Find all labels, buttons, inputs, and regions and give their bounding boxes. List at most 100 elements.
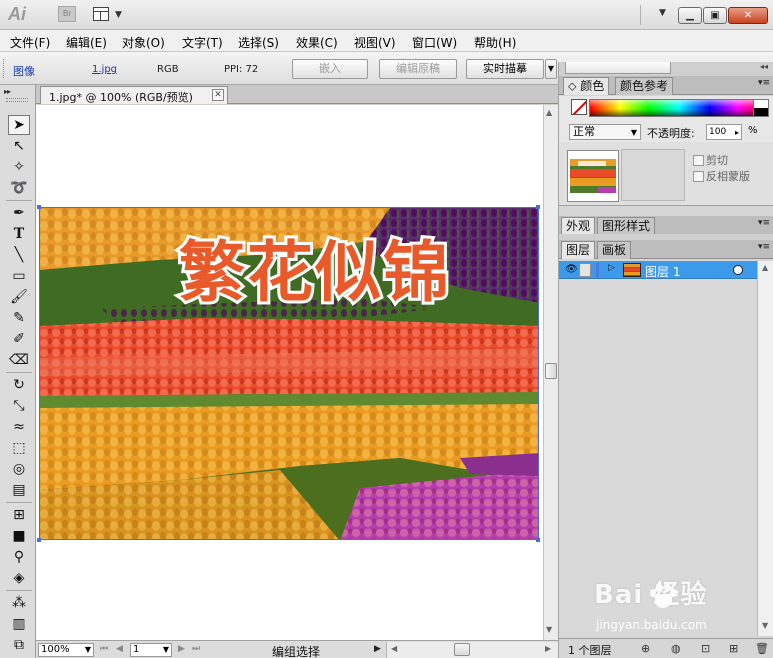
symbol-sprayer-tool-icon[interactable]: ⁂: [8, 593, 30, 613]
gradient-tool-icon[interactable]: ■: [8, 526, 30, 546]
tools-panel-grip[interactable]: [6, 98, 28, 102]
collapse-panel-icon[interactable]: ◂◂: [760, 62, 768, 71]
artboard-tool-icon[interactable]: ⧉: [8, 635, 30, 655]
none-swatch-icon[interactable]: [571, 99, 587, 115]
color-spectrum[interactable]: [589, 99, 769, 117]
magic-wand-tool-icon[interactable]: ✧: [8, 157, 30, 177]
menu-select[interactable]: 选择(S): [238, 34, 279, 51]
last-artboard-icon[interactable]: ⏭: [192, 644, 200, 654]
eyedropper-tool-icon[interactable]: ⚲: [8, 547, 30, 567]
black-white-swatch[interactable]: [753, 99, 769, 117]
visibility-eye-icon[interactable]: 👁: [565, 263, 578, 277]
mesh-tool-icon[interactable]: ⊞: [8, 505, 30, 525]
make-clipping-mask-icon[interactable]: ◍: [671, 642, 681, 655]
file-name-link[interactable]: 1.jpg: [92, 64, 117, 75]
tab-artboards[interactable]: 画板: [597, 241, 632, 259]
scroll-down-arrow-icon[interactable]: ▼: [762, 621, 768, 630]
free-transform-tool-icon[interactable]: ⬚: [8, 438, 30, 458]
tab-color-guide[interactable]: 颜色参考: [615, 77, 674, 95]
menu-window[interactable]: 窗口(W): [412, 34, 457, 51]
layer-name[interactable]: 图层 1: [645, 263, 680, 280]
scroll-up-arrow-icon[interactable]: ▲: [762, 263, 768, 272]
status-text[interactable]: 编组选择: [272, 643, 320, 658]
lasso-tool-icon[interactable]: ➰: [8, 178, 30, 198]
panel-menu-icon[interactable]: ▾≡: [758, 78, 770, 88]
menu-edit[interactable]: 编辑(E): [66, 34, 107, 51]
live-trace-options-dropdown[interactable]: ▼: [545, 59, 557, 79]
scale-tool-icon[interactable]: ⤡: [8, 396, 30, 416]
menu-help[interactable]: 帮助(H): [474, 34, 516, 51]
tab-color[interactable]: ⬦ 颜色: [563, 77, 610, 95]
menu-file[interactable]: 文件(F): [10, 34, 50, 51]
close-document-icon[interactable]: ✕: [212, 89, 224, 101]
warp-tool-icon[interactable]: ≈: [8, 417, 30, 437]
paintbrush-tool-icon[interactable]: 🖌: [8, 287, 30, 307]
trash-icon[interactable]: 🗑: [755, 642, 769, 655]
scroll-up-arrow-icon[interactable]: ▲: [546, 108, 552, 117]
expand-layer-icon[interactable]: ▷: [608, 263, 615, 273]
zoom-level-dropdown[interactable]: 100% ▼: [38, 643, 94, 657]
scroll-down-arrow-icon[interactable]: ▼: [546, 625, 552, 634]
document-tab[interactable]: 1.jpg* @ 100% (RGB/预览) ✕: [40, 86, 228, 104]
graph-tool-icon[interactable]: ▤: [8, 480, 30, 500]
first-artboard-icon[interactable]: ⏮: [100, 644, 108, 654]
edit-original-button[interactable]: 编辑原稿: [379, 59, 457, 79]
minimize-button[interactable]: ▁: [678, 7, 702, 24]
previous-artboard-icon[interactable]: ◀: [116, 644, 123, 654]
lock-toggle[interactable]: [579, 263, 591, 277]
clip-checkbox[interactable]: 剪切: [693, 152, 728, 168]
target-circle-icon[interactable]: [733, 265, 743, 275]
selection-tool-icon[interactable]: ➤: [8, 115, 30, 135]
eraser-tool-icon[interactable]: ⌫: [8, 350, 30, 370]
layers-scrollbar[interactable]: ▲ ▼: [757, 261, 773, 636]
artboard-canvas[interactable]: 繁花似锦: [36, 105, 543, 640]
menu-type[interactable]: 文字(T): [182, 34, 223, 51]
artboard-number-dropdown[interactable]: 1 ▼: [130, 643, 172, 657]
layer-row[interactable]: 👁 ▷ 图层 1: [559, 261, 757, 279]
canvas-horizontal-scrollbar[interactable]: ◀ ▶: [386, 642, 558, 658]
panel-menu-icon[interactable]: ▾≡: [758, 242, 770, 252]
tab-appearance[interactable]: 外观: [561, 217, 596, 235]
placed-image[interactable]: 繁花似锦: [39, 207, 539, 540]
bounding-box-handle[interactable]: [536, 538, 540, 542]
pen-tool-icon[interactable]: ✒: [8, 203, 30, 223]
object-type-link[interactable]: 图像: [13, 63, 35, 79]
rotate-tool-icon[interactable]: ↻: [8, 375, 30, 395]
workspace-selector[interactable]: [565, 62, 671, 74]
menu-view[interactable]: 视图(V): [354, 34, 396, 51]
live-trace-button[interactable]: 实时描摹: [466, 59, 544, 79]
scrollbar-thumb[interactable]: [545, 363, 557, 379]
menu-object[interactable]: 对象(O): [122, 34, 165, 51]
close-button[interactable]: ✕: [728, 7, 768, 24]
scroll-left-arrow-icon[interactable]: ◀: [391, 644, 397, 653]
opacity-mask-area[interactable]: [621, 149, 685, 201]
blob-brush-tool-icon[interactable]: ✐: [8, 329, 30, 349]
shape-builder-tool-icon[interactable]: ◎: [8, 459, 30, 479]
maximize-button[interactable]: ▣: [703, 7, 727, 24]
tab-layers[interactable]: 图层: [561, 241, 596, 259]
canvas-vertical-scrollbar[interactable]: ▲ ▼: [543, 105, 558, 640]
type-tool-icon[interactable]: T: [8, 224, 30, 244]
bounding-box-handle[interactable]: [37, 538, 41, 542]
workspace-switcher[interactable]: ▼: [659, 8, 666, 18]
locate-object-icon[interactable]: ⊕: [641, 642, 650, 655]
pencil-tool-icon[interactable]: ✎: [8, 308, 30, 328]
arrange-documents-button[interactable]: ▼: [93, 6, 127, 24]
new-layer-icon[interactable]: ⊞: [729, 642, 738, 655]
blend-tool-icon[interactable]: ◈: [8, 568, 30, 588]
rectangle-tool-icon[interactable]: ▭: [8, 266, 30, 286]
invert-mask-checkbox[interactable]: 反相蒙版: [693, 168, 750, 184]
scroll-right-arrow-icon[interactable]: ▶: [545, 644, 551, 653]
collapse-panel-icon[interactable]: ▸▸: [4, 87, 11, 96]
bounding-box-handle[interactable]: [37, 205, 41, 209]
blend-mode-dropdown[interactable]: 正常 ▼: [569, 124, 641, 140]
bounding-box-handle[interactable]: [536, 205, 540, 209]
menu-effect[interactable]: 效果(C): [296, 34, 338, 51]
direct-selection-tool-icon[interactable]: ↖: [8, 136, 30, 156]
tab-graphic-styles[interactable]: 图形样式: [597, 217, 656, 235]
next-artboard-icon[interactable]: ▶: [178, 644, 185, 654]
panel-menu-icon[interactable]: ▾≡: [758, 218, 770, 228]
column-graph-tool-icon[interactable]: ▥: [8, 614, 30, 634]
line-segment-tool-icon[interactable]: ╲: [8, 245, 30, 265]
new-sublayer-icon[interactable]: ⊡: [701, 642, 710, 655]
